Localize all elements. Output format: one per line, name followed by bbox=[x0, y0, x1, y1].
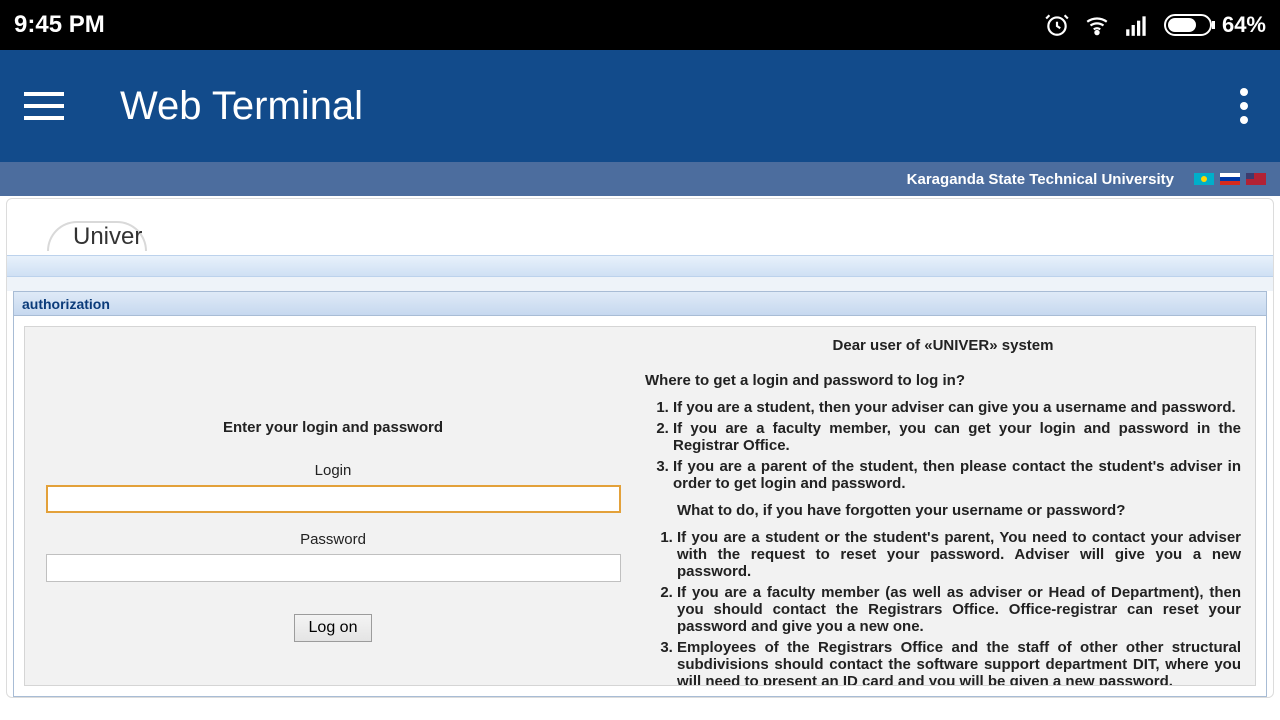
logo-row: Univer bbox=[7, 199, 1273, 255]
alarm-icon bbox=[1044, 12, 1070, 38]
panel-title: authorization bbox=[14, 292, 1266, 316]
login-label: Login bbox=[315, 462, 352, 479]
logon-button[interactable]: Log on bbox=[294, 614, 373, 642]
list-item: If you are a student or the student's pa… bbox=[677, 529, 1241, 580]
info-greeting: Dear user of «UNIVER» system bbox=[645, 337, 1241, 354]
android-status-bar: 9:45 PM 64% bbox=[0, 0, 1280, 50]
battery-percent: 64% bbox=[1222, 12, 1266, 38]
password-input[interactable] bbox=[46, 554, 621, 582]
list-item: If you are a parent of the student, then… bbox=[673, 458, 1241, 492]
info-column: Dear user of «UNIVER» system Where to ge… bbox=[645, 333, 1247, 675]
header-strip bbox=[7, 255, 1273, 277]
list-item: If you are a faculty member (as well as … bbox=[677, 584, 1241, 635]
info-question-1: Where to get a login and password to log… bbox=[645, 372, 1241, 389]
overflow-menu-icon[interactable] bbox=[1232, 80, 1256, 132]
page-card: Univer authorization Enter your login an… bbox=[6, 198, 1274, 698]
info-question-2: What to do, if you have forgotten your u… bbox=[645, 502, 1241, 519]
app-title: Web Terminal bbox=[120, 84, 363, 129]
lang-english-flag-icon[interactable] bbox=[1246, 173, 1266, 185]
status-time: 9:45 PM bbox=[14, 11, 105, 39]
battery-icon: 64% bbox=[1164, 12, 1266, 38]
top-ribbon: Karaganda State Technical University bbox=[0, 162, 1280, 196]
lang-kazakh-flag-icon[interactable] bbox=[1194, 173, 1214, 185]
info-list-2: If you are a student or the student's pa… bbox=[645, 529, 1241, 686]
authorization-panel: authorization Enter your login and passw… bbox=[13, 291, 1267, 697]
list-item: If you are a student, then your adviser … bbox=[673, 399, 1241, 416]
list-item: If you are a faculty member, you can get… bbox=[673, 420, 1241, 454]
info-list-1: If you are a student, then your adviser … bbox=[645, 399, 1241, 492]
password-label: Password bbox=[300, 531, 366, 548]
login-input[interactable] bbox=[46, 485, 621, 513]
university-name: Karaganda State Technical University bbox=[907, 171, 1174, 188]
lang-russian-flag-icon[interactable] bbox=[1220, 173, 1240, 185]
app-bar: Web Terminal bbox=[0, 50, 1280, 162]
signal-icon bbox=[1124, 12, 1150, 38]
login-form: Enter your login and password Login Pass… bbox=[33, 333, 633, 675]
menu-icon[interactable] bbox=[24, 92, 64, 120]
list-item: Employees of the Registrars Office and t… bbox=[677, 639, 1241, 686]
wifi-icon bbox=[1084, 12, 1110, 38]
logo-text: Univer bbox=[63, 223, 142, 251]
login-heading: Enter your login and password bbox=[223, 419, 443, 436]
